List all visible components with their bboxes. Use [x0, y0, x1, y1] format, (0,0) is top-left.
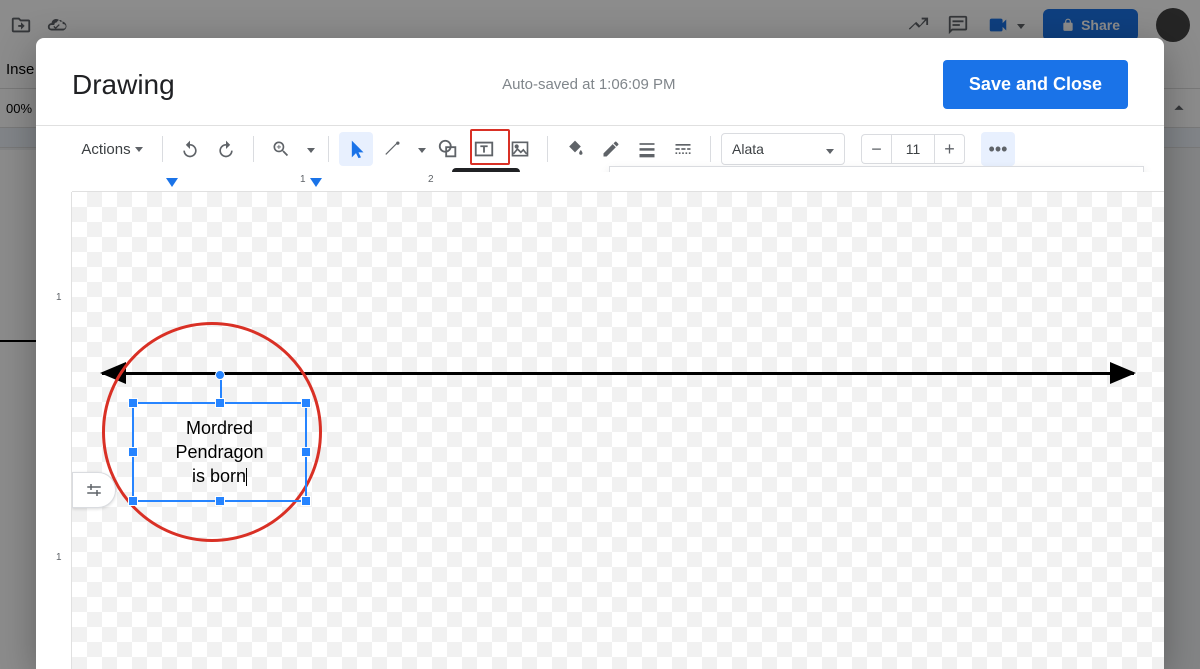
border-color-button[interactable] — [594, 132, 628, 166]
line-tool[interactable] — [375, 132, 409, 166]
image-tool[interactable] — [503, 132, 537, 166]
font-family-value: Alata — [732, 141, 764, 157]
shape-tool[interactable] — [431, 132, 465, 166]
font-size-value[interactable]: 11 — [891, 134, 935, 164]
separator — [547, 136, 548, 162]
text-box-content[interactable]: Mordred Pendragon is born — [175, 416, 263, 489]
select-tool[interactable] — [339, 132, 373, 166]
drawing-modal: Drawing Auto-saved at 1:06:09 PM Save an… — [36, 38, 1164, 669]
drawing-header: Drawing Auto-saved at 1:06:09 PM Save an… — [36, 38, 1164, 126]
actions-menu[interactable]: Actions — [72, 132, 152, 166]
save-and-close-button[interactable]: Save and Close — [943, 60, 1128, 109]
chevron-down-icon — [822, 141, 834, 157]
selected-text-box[interactable]: Mordred Pendragon is born — [132, 402, 307, 502]
paint-bucket-icon — [565, 139, 585, 159]
font-family-select[interactable]: Alata — [721, 133, 845, 165]
border-dash-button[interactable] — [666, 132, 700, 166]
ruler-tick: 1 — [56, 552, 62, 563]
drawing-ruler-horizontal[interactable]: 1 2 — [72, 172, 1164, 192]
textbox-line-3: is born — [192, 466, 246, 486]
textbox-icon — [473, 138, 495, 160]
separator — [162, 136, 163, 162]
separator — [253, 136, 254, 162]
border-weight-icon — [637, 139, 657, 159]
ruler-indent-marker[interactable] — [310, 178, 322, 187]
adjust-icon — [85, 481, 103, 499]
drawing-canvas-wrap: 1 1 Mordred Pendragon is born — [36, 192, 1164, 669]
chevron-down-icon — [414, 140, 426, 158]
border-dash-icon — [673, 139, 693, 159]
drawing-canvas[interactable]: Mordred Pendragon is born — [72, 192, 1164, 669]
ruler-tick: 1 — [56, 292, 62, 303]
timeline-arrow-shape[interactable] — [102, 372, 1134, 375]
autosave-status: Auto-saved at 1:06:09 PM — [442, 76, 675, 93]
drawing-ruler-vertical[interactable]: 1 1 — [52, 192, 72, 669]
separator — [328, 136, 329, 162]
image-icon — [510, 139, 530, 159]
ruler-tick: 2 — [428, 174, 434, 185]
border-weight-button[interactable] — [630, 132, 664, 166]
undo-icon — [180, 139, 200, 159]
fill-color-button[interactable] — [558, 132, 592, 166]
resize-handle-nw[interactable] — [128, 398, 138, 408]
drawing-title: Drawing — [72, 69, 175, 101]
pencil-icon — [601, 139, 621, 159]
textbox-tool[interactable] — [467, 132, 501, 166]
redo-button[interactable] — [209, 132, 243, 166]
more-icon: ••• — [989, 140, 1008, 158]
zoom-button[interactable] — [264, 132, 298, 166]
shape-icon — [437, 138, 459, 160]
line-tool-dropdown[interactable] — [411, 132, 429, 166]
separator — [710, 136, 711, 162]
zoom-dropdown[interactable] — [300, 132, 318, 166]
resize-handle-sw[interactable] — [128, 496, 138, 506]
actions-label: Actions — [81, 141, 130, 158]
redo-icon — [216, 139, 236, 159]
font-size-decrease[interactable]: − — [861, 134, 891, 164]
font-size-increase[interactable]: + — [935, 134, 965, 164]
ruler-indent-marker[interactable] — [166, 178, 178, 187]
line-icon — [382, 139, 402, 159]
more-options-button[interactable]: ••• — [981, 132, 1015, 166]
ruler-tick: 1 — [300, 174, 306, 185]
resize-handle-ne[interactable] — [301, 398, 311, 408]
chevron-down-icon — [303, 140, 315, 158]
explore-side-button[interactable] — [72, 472, 116, 508]
textbox-line-2: Pendragon — [175, 442, 263, 462]
font-size-control: − 11 + — [861, 134, 965, 164]
resize-handle-s[interactable] — [215, 496, 225, 506]
rotate-handle[interactable] — [215, 370, 225, 380]
undo-button[interactable] — [173, 132, 207, 166]
textbox-line-1: Mordred — [186, 418, 253, 438]
resize-handle-w[interactable] — [128, 447, 138, 457]
resize-handle-n[interactable] — [215, 398, 225, 408]
text-cursor — [246, 468, 247, 486]
cursor-icon — [346, 139, 366, 159]
resize-handle-se[interactable] — [301, 496, 311, 506]
resize-handle-e[interactable] — [301, 447, 311, 457]
drawing-toolbar: Actions Alata − 11 + ••• — [36, 126, 1164, 172]
zoom-icon — [271, 139, 291, 159]
